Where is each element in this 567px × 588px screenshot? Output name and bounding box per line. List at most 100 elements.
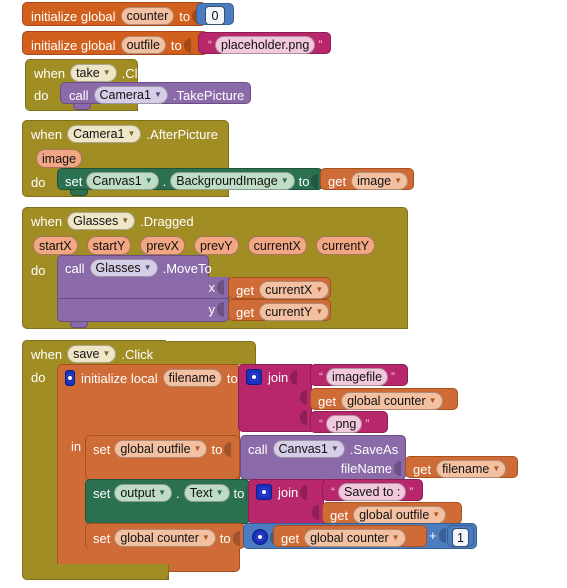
set-label: set (93, 530, 111, 546)
number-value[interactable]: 1 (452, 528, 469, 547)
block-get-global-counter[interactable]: get global counter ▼ (310, 388, 458, 410)
blocks-workspace[interactable]: initialize global counter to 0 initializ… (0, 0, 567, 588)
when-save-block-foot (22, 564, 169, 580)
moveto-arg-row-x: x (57, 277, 229, 299)
block-join-saved-to[interactable]: join (248, 479, 324, 524)
event-param-image[interactable]: image (36, 149, 83, 168)
init-local-label: initialize local (81, 370, 158, 386)
block-number-zero[interactable]: 0 (196, 3, 234, 25)
block-initialize-global-outfile[interactable]: initialize global outfile to (22, 31, 208, 55)
block-set-global-outfile[interactable]: set global outfile ▼ to (85, 435, 240, 480)
property-dropdown-text[interactable]: Text ▼ (183, 484, 230, 502)
mutator-gear-icon[interactable] (252, 529, 268, 545)
value-socket (300, 390, 307, 405)
global-name-counter[interactable]: counter (120, 7, 175, 25)
component-dropdown-take[interactable]: take ▼ (70, 64, 117, 82)
call-label: call (248, 441, 268, 457)
set-label: set (65, 173, 83, 189)
close-quote-icon: ” (318, 38, 323, 52)
variable-dropdown-global-counter[interactable]: global counter ▼ (304, 529, 406, 547)
when-label: when (31, 126, 63, 142)
component-dropdown-glasses[interactable]: Glasses ▼ (89, 259, 158, 277)
mutator-gear-icon[interactable] (256, 484, 272, 500)
event-param-currenty[interactable]: currentY (315, 236, 376, 255)
event-param-prevx[interactable]: prevX (140, 236, 185, 255)
get-label: get (330, 507, 349, 523)
text-value[interactable]: .png (326, 415, 363, 433)
component-dropdown-output[interactable]: output ▼ (114, 484, 173, 502)
join-label: join (278, 484, 299, 500)
get-label: get (236, 304, 255, 320)
when-label: when (31, 213, 63, 229)
block-text-imagefile[interactable]: “ imagefile ” (310, 364, 408, 386)
event-name: .Click (121, 346, 154, 362)
block-set-global-counter[interactable]: set global counter ▼ to (85, 523, 245, 549)
block-get-global-counter-operand[interactable]: get global counter ▼ (273, 525, 427, 547)
mutator-gear-icon[interactable] (246, 369, 262, 385)
local-name-filename[interactable]: filename (162, 369, 222, 387)
set-label: set (93, 485, 111, 501)
event-param-currentx[interactable]: currentX (247, 236, 307, 255)
block-text-png[interactable]: “ .png ” (310, 411, 388, 433)
block-text-placeholder[interactable]: “ placeholder.png ” (198, 32, 331, 54)
variable-dropdown-global-counter[interactable]: global counter ▼ (341, 392, 443, 410)
block-get-filename[interactable]: get filename ▼ (405, 456, 518, 478)
call-label: call (65, 260, 85, 276)
block-set-canvas1-backgroundimage[interactable]: set Canvas1 ▼ . BackgroundImage ▼ to (57, 168, 323, 196)
global-name-outfile[interactable]: outfile (120, 36, 166, 54)
text-value[interactable]: Saved to : (338, 483, 407, 501)
get-label: get (328, 173, 347, 189)
block-get-currenty[interactable]: get currentY ▼ (228, 299, 331, 321)
variable-dropdown-filename[interactable]: filename ▼ (436, 460, 507, 478)
variable-dropdown-currenty[interactable]: currentY ▼ (259, 303, 330, 321)
component-dropdown-camera1[interactable]: Camera1 ▼ (93, 86, 168, 104)
block-call-camera-takepicture[interactable]: call Camera1 ▼ .TakePicture (60, 82, 251, 110)
block-join-filename[interactable]: join (238, 364, 312, 432)
variable-dropdown-global-outfile[interactable]: global outfile ▼ (114, 440, 208, 458)
to-label: to (298, 173, 310, 189)
block-number-one[interactable]: 1 (447, 525, 474, 547)
to-label: to (233, 485, 245, 501)
to-label: to (219, 530, 231, 546)
to-label: to (179, 8, 191, 24)
block-set-output-text[interactable]: set output ▼ . Text ▼ to (85, 479, 250, 524)
block-call-canvas1-saveas[interactable]: call Canvas1 ▼ .SaveAs fileName (240, 435, 406, 480)
variable-dropdown-global-outfile[interactable]: global outfile ▼ (353, 506, 447, 524)
component-dropdown-glasses[interactable]: Glasses ▼ (67, 212, 136, 230)
variable-dropdown-global-counter[interactable]: global counter ▼ (114, 529, 216, 547)
to-label: to (170, 37, 182, 53)
variable-dropdown-currentx[interactable]: currentX ▼ (259, 281, 330, 299)
event-param-startx[interactable]: startX (33, 236, 78, 255)
event-param-prevy[interactable]: prevY (193, 236, 239, 255)
component-dropdown-camera1[interactable]: Camera1 ▼ (67, 125, 142, 143)
variable-dropdown-image[interactable]: image ▼ (351, 172, 409, 190)
value-socket (300, 410, 307, 425)
block-initialize-global-counter[interactable]: initialize global counter to (22, 2, 206, 26)
text-value[interactable]: imagefile (326, 368, 389, 386)
component-dropdown-canvas1[interactable]: Canvas1 ▼ (272, 440, 345, 458)
property-dropdown-backgroundimage[interactable]: BackgroundImage ▼ (170, 172, 295, 190)
arg-label-x: x (208, 280, 216, 295)
event-param-starty[interactable]: startY (86, 236, 132, 255)
init-global-label: initialize global (31, 37, 116, 53)
dot-separator: . (162, 173, 167, 189)
component-dropdown-save[interactable]: save ▼ (67, 345, 117, 363)
value-socket (394, 461, 401, 476)
open-quote-icon: “ (319, 417, 323, 431)
mutator-gear-icon[interactable] (65, 370, 75, 386)
block-get-currentx[interactable]: get currentX ▼ (228, 277, 331, 299)
get-label: get (281, 530, 300, 546)
event-name: .Dragged (140, 213, 194, 229)
block-get-image[interactable]: get image ▼ (320, 168, 414, 190)
block-text-saved-to[interactable]: “ Saved to : ” (322, 479, 423, 501)
number-value[interactable]: 0 (204, 6, 226, 25)
text-value[interactable]: placeholder.png (215, 36, 316, 54)
call-label: call (69, 87, 89, 103)
value-socket (312, 505, 319, 520)
component-dropdown-canvas1[interactable]: Canvas1 ▼ (86, 172, 159, 190)
value-socket (300, 484, 308, 500)
join-label: join (268, 369, 289, 385)
do-label: do (31, 175, 46, 190)
block-get-global-outfile[interactable]: get global outfile ▼ (322, 502, 462, 524)
open-quote-icon: “ (319, 370, 323, 384)
